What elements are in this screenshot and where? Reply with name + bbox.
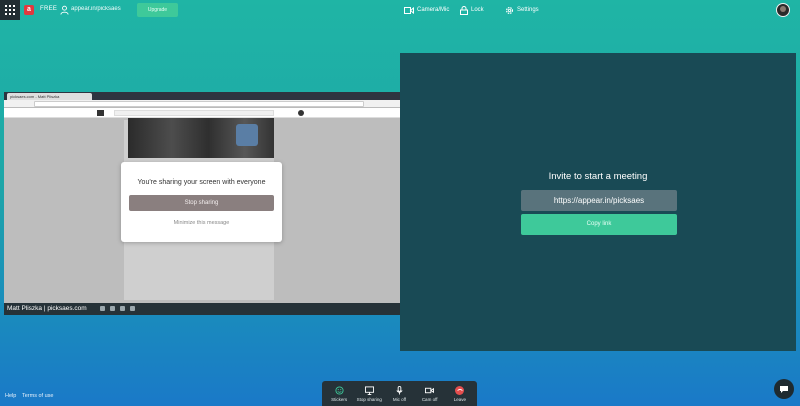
user-icon	[60, 5, 69, 15]
lock-label: Lock	[471, 7, 484, 13]
camera-mic-label: Camera/Mic	[417, 7, 450, 13]
plan-badge: FREE	[40, 6, 58, 12]
sharing-notice-dialog: You're sharing your screen with everyone…	[121, 162, 282, 242]
camera-toggle[interactable]: Cam off	[415, 386, 445, 402]
help-link[interactable]: Help	[5, 393, 16, 399]
share-footer: Matt Pliszka | picksaes.com	[4, 303, 400, 315]
mic-icon	[396, 385, 403, 395]
browser-tab-strip: picksaes.com - Matt Pliszka	[4, 92, 400, 100]
apps-menu-button[interactable]	[0, 0, 20, 20]
browser-toolbar	[4, 100, 400, 108]
top-bar: a FREE appear.in/picksaes Upgrade Camera…	[0, 0, 800, 20]
browser-tab: picksaes.com - Matt Pliszka	[7, 93, 92, 100]
lock-button[interactable]: Lock	[460, 4, 484, 16]
pin-icon[interactable]	[110, 306, 115, 311]
copy-link-button[interactable]: Copy link	[521, 214, 677, 235]
room-name[interactable]: appear.in/picksaes	[71, 6, 121, 12]
shared-site-header	[4, 108, 400, 118]
mic-off-label: Mic off	[392, 396, 407, 402]
stop-sharing-label: Stop sharing	[356, 396, 382, 402]
lock-icon	[460, 5, 468, 15]
apps-grid-icon	[5, 5, 15, 15]
appear-in-logo: a	[24, 5, 34, 15]
stop-sharing-control[interactable]: Stop sharing	[354, 385, 384, 402]
shared-site-notification-icon	[298, 110, 304, 116]
stickers-label: Stickers	[331, 396, 348, 402]
browser-address-bar	[34, 101, 364, 107]
shared-site-search	[114, 110, 274, 116]
sharer-name-label: Matt Pliszka | picksaes.com	[7, 305, 87, 312]
stop-sharing-button[interactable]: Stop sharing	[129, 195, 274, 211]
minimize-message-link[interactable]: Minimize this message	[121, 220, 282, 226]
camera-mic-button[interactable]: Camera/Mic	[404, 4, 449, 16]
upgrade-button[interactable]: Upgrade	[137, 3, 178, 17]
gear-icon	[505, 6, 514, 14]
more-icon[interactable]	[130, 306, 135, 311]
invite-panel: Invite to start a meeting https://appear…	[400, 53, 796, 351]
room-link-field[interactable]: https://appear.in/picksaes	[521, 190, 677, 211]
terms-link[interactable]: Terms of use	[22, 393, 53, 399]
camera-icon	[425, 387, 435, 393]
shared-thumbs-up-image	[236, 124, 258, 146]
settings-button[interactable]: Settings	[505, 4, 539, 16]
dialog-title: You're sharing your screen with everyone	[137, 179, 266, 186]
leave-icon	[455, 385, 465, 395]
leave-button[interactable]: Leave	[445, 385, 475, 402]
sticker-icon	[335, 385, 344, 395]
avatar[interactable]	[776, 3, 790, 17]
camera-icon	[404, 6, 414, 14]
call-controls: Stickers Stop sharing Mic off Cam off Le…	[322, 381, 477, 406]
volume-icon[interactable]	[120, 306, 125, 311]
fullscreen-icon[interactable]	[100, 306, 105, 311]
screen-share-icon	[364, 385, 374, 395]
shared-site-logo	[97, 110, 104, 116]
leave-label: Leave	[453, 396, 466, 402]
settings-label: Settings	[517, 7, 539, 13]
stickers-button[interactable]: Stickers	[324, 385, 354, 402]
chat-icon	[780, 385, 788, 393]
cam-off-label: Cam off	[421, 396, 438, 402]
mic-toggle[interactable]: Mic off	[384, 385, 414, 402]
invite-title: Invite to start a meeting	[548, 171, 648, 182]
chat-button[interactable]	[774, 379, 794, 399]
